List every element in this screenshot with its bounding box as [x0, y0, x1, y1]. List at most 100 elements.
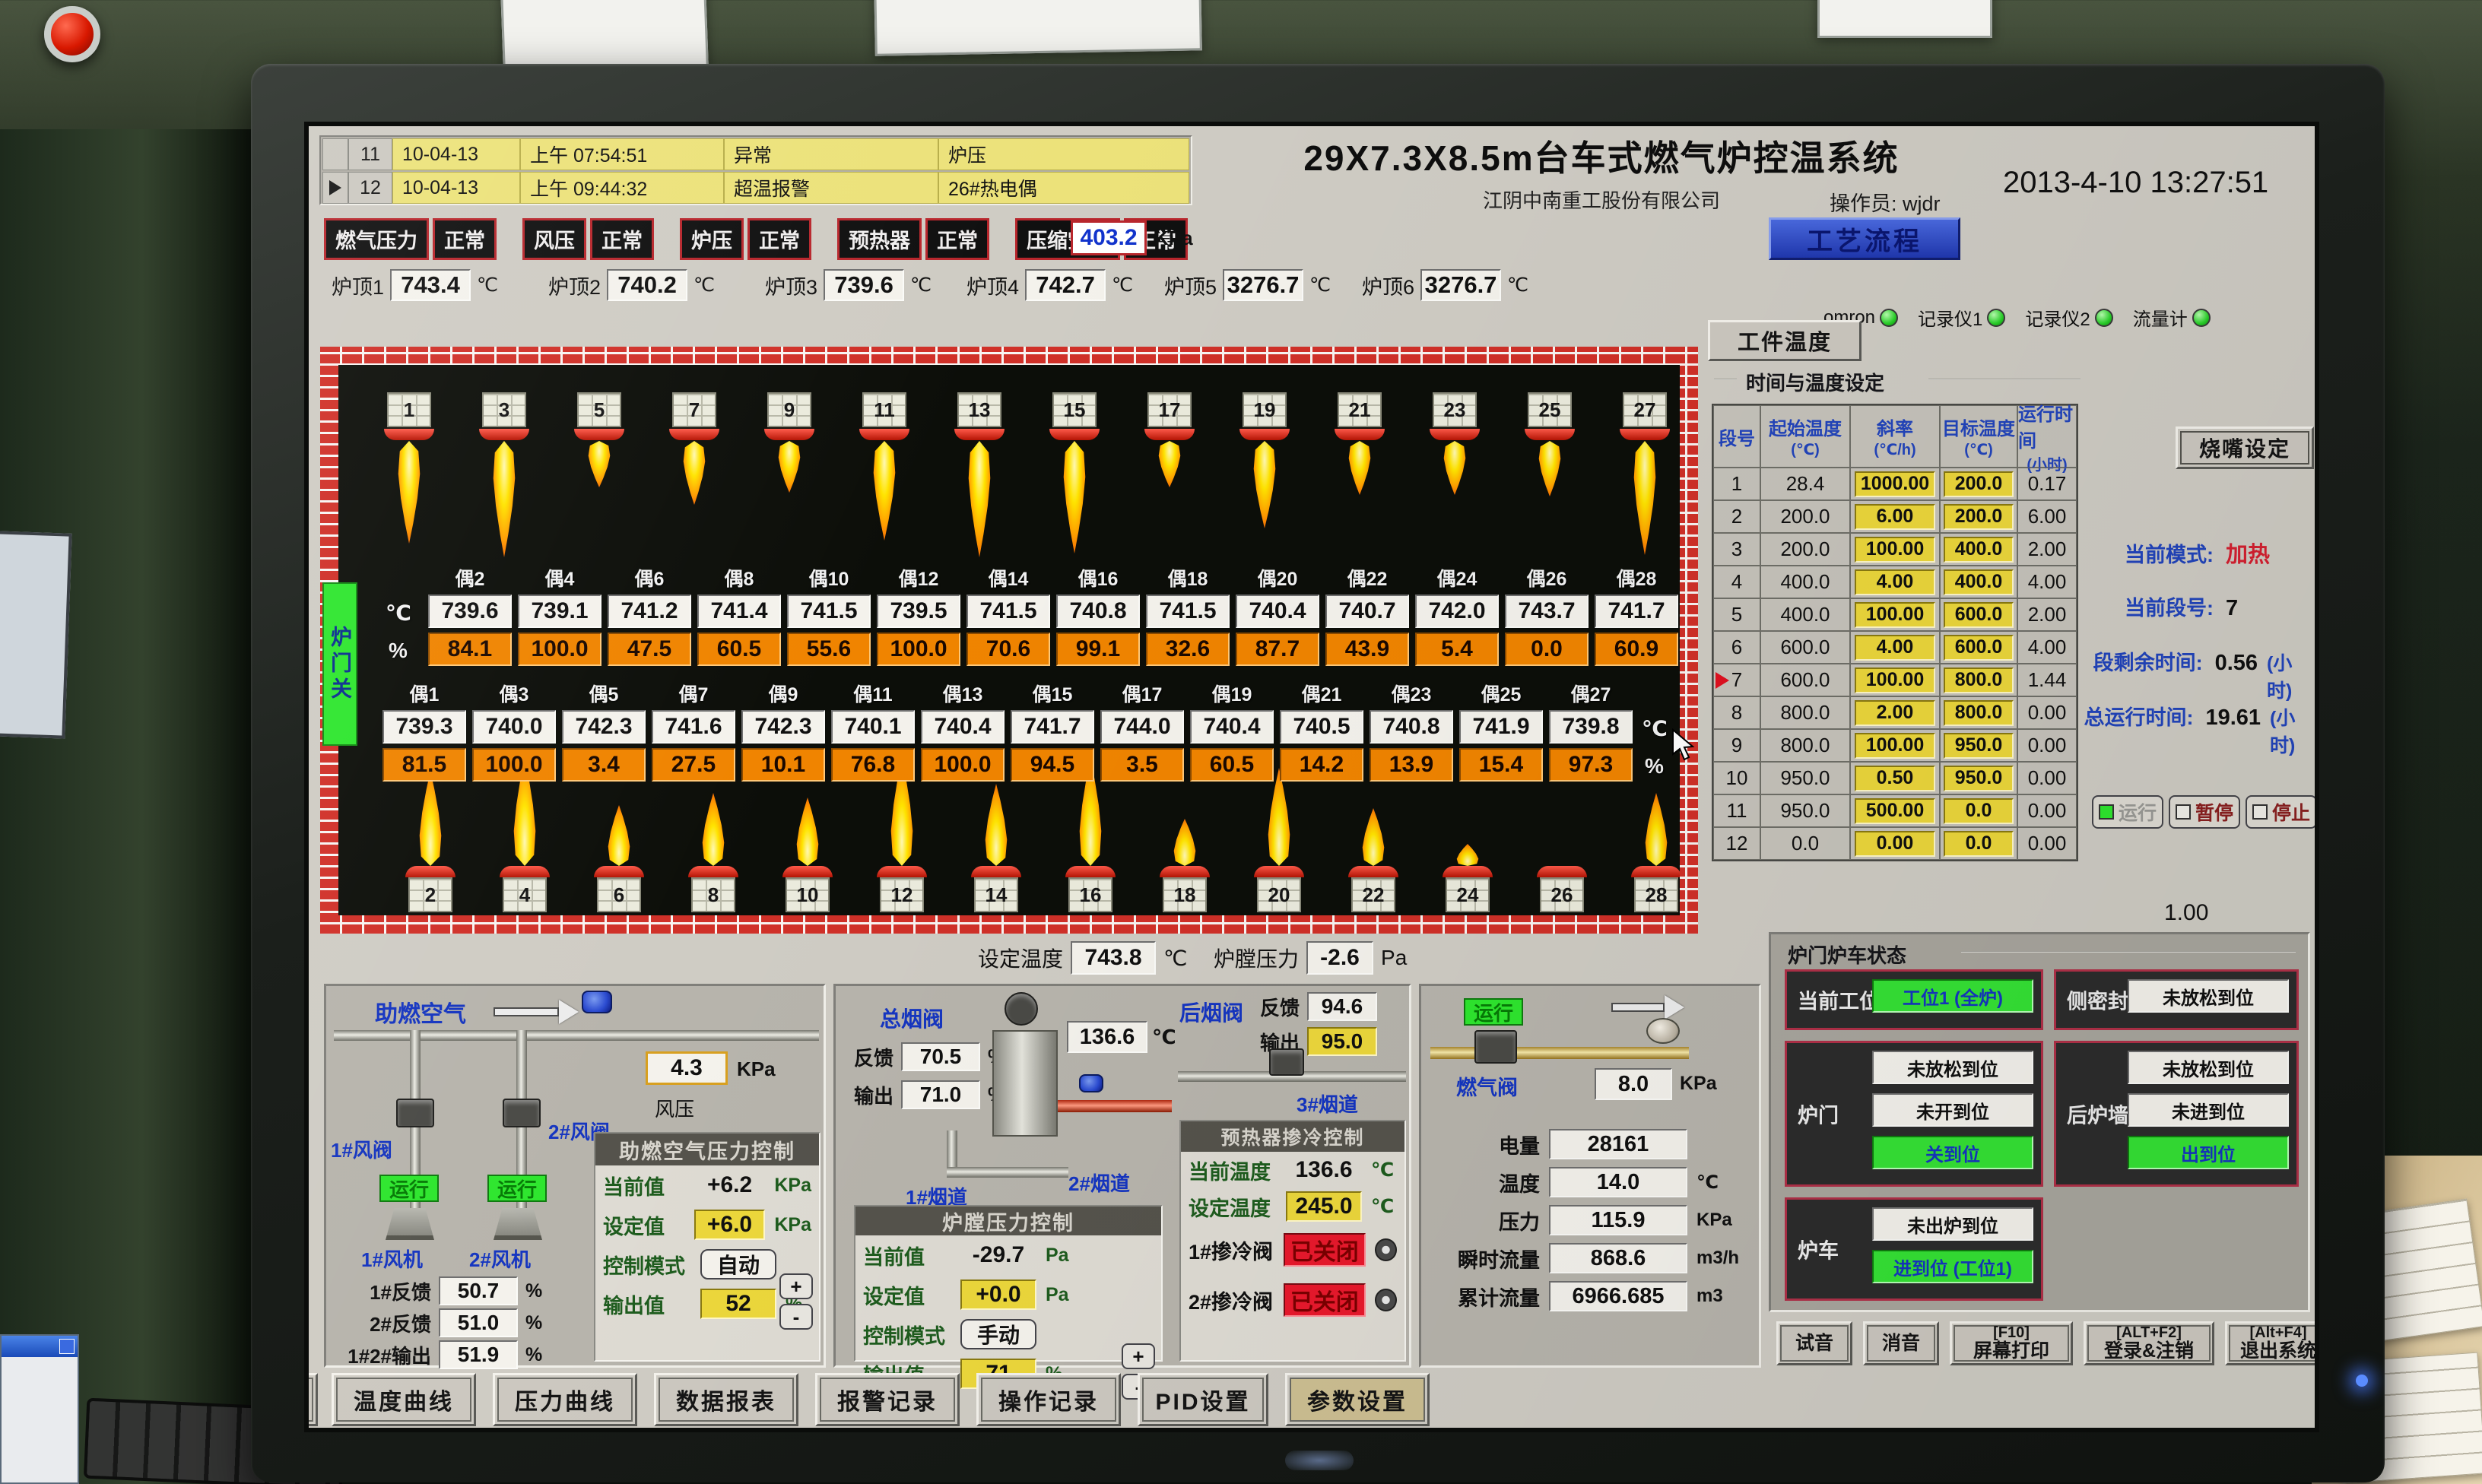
- schedule-editable-value[interactable]: 200.0: [1944, 471, 2014, 497]
- burner-brick-tag: 4: [503, 877, 547, 912]
- schedule-row: 2200.06.00200.06.00: [1713, 500, 2077, 533]
- schedule-cell: 2: [1713, 500, 1760, 533]
- tab-7[interactable]: 参数设置: [1285, 1373, 1430, 1426]
- control-mode-button[interactable]: 手动: [960, 1319, 1036, 1349]
- tab-2[interactable]: 压力曲线: [493, 1373, 637, 1426]
- tab-6[interactable]: PID设置: [1138, 1373, 1268, 1426]
- process-flow-button[interactable]: 工艺流程: [1769, 217, 1960, 260]
- preheat-set-value[interactable]: 245.0: [1286, 1191, 1362, 1222]
- schedule-editable-value[interactable]: 100.00: [1855, 602, 1936, 628]
- fan-1-icon[interactable]: [386, 1208, 434, 1240]
- top-temp-label: 炉顶2: [548, 271, 601, 300]
- led-icon: [2252, 804, 2268, 820]
- alarm-row[interactable]: 1210-04-13上午 09:44:32超温报警26#热电偶: [322, 172, 1189, 204]
- schedule-editable-value[interactable]: 800.0: [1944, 700, 2014, 726]
- precool-valve-label: 2#掺冷阀: [1189, 1286, 1284, 1315]
- thermocouple-name: 偶9: [741, 680, 825, 707]
- thermocouple-name: 偶7: [652, 680, 735, 707]
- schedule-editable-value[interactable]: 400.0: [1944, 537, 2014, 563]
- valve-gear-icon[interactable]: [1375, 1238, 1397, 1261]
- flame-icon: [1266, 768, 1292, 866]
- schedule-editable-value[interactable]: 600.0: [1944, 635, 2014, 661]
- thermocouple-readout: 偶14741.570.6: [966, 564, 1050, 666]
- furnace-top-temp: 炉顶2740.2℃: [548, 269, 715, 301]
- schedule-editable-value[interactable]: 400.0: [1944, 569, 2014, 595]
- tab-4[interactable]: 报警记录: [815, 1373, 960, 1426]
- system-button[interactable]: 消音: [1863, 1321, 1939, 1365]
- system-button[interactable]: [Alt+F4]退出系统: [2225, 1321, 2319, 1365]
- schedule-editable-value[interactable]: 4.00: [1855, 635, 1936, 661]
- fan-2-icon[interactable]: [494, 1208, 542, 1240]
- burner-brick-tag: 25: [1528, 392, 1572, 427]
- schedule-editable-value[interactable]: 800.0: [1944, 667, 2014, 693]
- schedule-cell: 3: [1713, 533, 1760, 566]
- schedule-editable-value[interactable]: 0.0: [1944, 831, 2014, 857]
- schedule-editable-value[interactable]: 600.0: [1944, 602, 2014, 628]
- alarm-row[interactable]: 1110-04-13上午 07:54:51异常炉压: [322, 138, 1189, 170]
- tab-3[interactable]: 数据报表: [654, 1373, 798, 1426]
- run-state-button[interactable]: 停止: [2246, 795, 2317, 829]
- schedule-cell: 950.0: [1940, 729, 2017, 762]
- increment-button[interactable]: +: [779, 1273, 813, 1299]
- system-button-label: 试音: [1795, 1333, 1833, 1353]
- schedule-editable-value[interactable]: 950.0: [1944, 766, 2014, 791]
- schedule-cell: 0.0: [1760, 827, 1850, 860]
- secondary-monitor-window: [0, 1334, 79, 1484]
- schedule-editable-value[interactable]: 950.0: [1944, 733, 2014, 759]
- setting-suffix: (小时): [2267, 648, 2315, 703]
- setting-label: 当前模式:: [2016, 538, 2214, 568]
- increment-button[interactable]: +: [1122, 1343, 1155, 1369]
- schedule-editable-value[interactable]: 200.0: [1944, 504, 2014, 530]
- schedule-cell: 0.50: [1850, 762, 1940, 794]
- run-state-button[interactable]: 运行: [2092, 795, 2163, 829]
- thermocouple-readout: 偶11740.176.8: [831, 680, 915, 782]
- burner-cap: [971, 866, 1021, 877]
- system-button[interactable]: 试音: [1776, 1321, 1852, 1365]
- burner-setting-button[interactable]: 烧嘴设定: [2176, 426, 2314, 469]
- schedule-editable-value[interactable]: 100.00: [1855, 537, 1936, 563]
- air-valve-2-icon[interactable]: [503, 1099, 541, 1127]
- flue-output-label: 输出: [840, 1081, 893, 1109]
- thermocouple-readout: 偶19740.460.5: [1190, 680, 1274, 782]
- schedule-editable-value[interactable]: 0.50: [1855, 766, 1936, 791]
- thermocouple-output-pct: 5.4: [1415, 633, 1499, 666]
- decrement-button[interactable]: -: [779, 1304, 813, 1330]
- temperature-schedule-table: 段号起始温度(℃)斜率(℃/h)目标温度(℃)运行时间(小时) 128.4100…: [1712, 404, 2078, 861]
- run-state-button[interactable]: 暂停: [2169, 795, 2240, 829]
- tab-partial[interactable]: [304, 1373, 318, 1426]
- control-set-value[interactable]: +6.0: [694, 1210, 766, 1240]
- control-mode-button[interactable]: 自动: [700, 1249, 776, 1279]
- gas-valve-icon[interactable]: [1474, 1030, 1517, 1064]
- tab-1[interactable]: 温度曲线: [332, 1373, 476, 1426]
- system-button[interactable]: [F10]屏幕打印: [1950, 1321, 2073, 1365]
- thermocouple-readout: 偶1739.381.5: [382, 680, 466, 782]
- thermocouple-readout: 偶17744.03.5: [1100, 680, 1184, 782]
- schedule-editable-value[interactable]: 0.00: [1855, 831, 1936, 857]
- workpiece-temp-button[interactable]: 工件温度: [1708, 320, 1862, 361]
- tab-5[interactable]: 操作记录: [976, 1373, 1121, 1426]
- thermocouple-name: 偶19: [1190, 680, 1274, 707]
- schedule-editable-value[interactable]: 100.00: [1855, 667, 1936, 693]
- rear-flue-valve-icon[interactable]: [1269, 1048, 1304, 1076]
- control-set-value[interactable]: 52: [700, 1289, 776, 1319]
- system-button[interactable]: [ALT+F2]登录&注销: [2084, 1321, 2214, 1365]
- hotkey-label: [F10]: [1993, 1325, 2030, 1341]
- schedule-cell: 5: [1713, 598, 1760, 631]
- pressure-transmitter-icon: [582, 991, 612, 1013]
- schedule-editable-value[interactable]: 2.00: [1855, 700, 1936, 726]
- schedule-editable-value[interactable]: 100.00: [1855, 733, 1936, 759]
- schedule-editable-value[interactable]: 500.00: [1855, 798, 1936, 824]
- gas-row-label: 压力: [1426, 1206, 1540, 1235]
- schedule-editable-value[interactable]: 6.00: [1855, 504, 1936, 530]
- valve-gear-icon[interactable]: [1375, 1289, 1397, 1311]
- flue-valve-icon[interactable]: [1005, 992, 1038, 1026]
- schedule-cell: 7: [1713, 664, 1760, 696]
- schedule-editable-value[interactable]: 1000.00: [1855, 471, 1936, 497]
- schedule-editable-value[interactable]: 0.0: [1944, 798, 2014, 824]
- fan-2-label: 2#风机: [469, 1245, 531, 1273]
- schedule-editable-value[interactable]: 4.00: [1855, 569, 1936, 595]
- air-valve-1-icon[interactable]: [396, 1099, 434, 1127]
- system-button-label: 退出系统: [2240, 1341, 2316, 1361]
- door-status-items: 未放松到位未开到位关到位: [1872, 1051, 2033, 1169]
- control-set-value[interactable]: +0.0: [960, 1279, 1036, 1310]
